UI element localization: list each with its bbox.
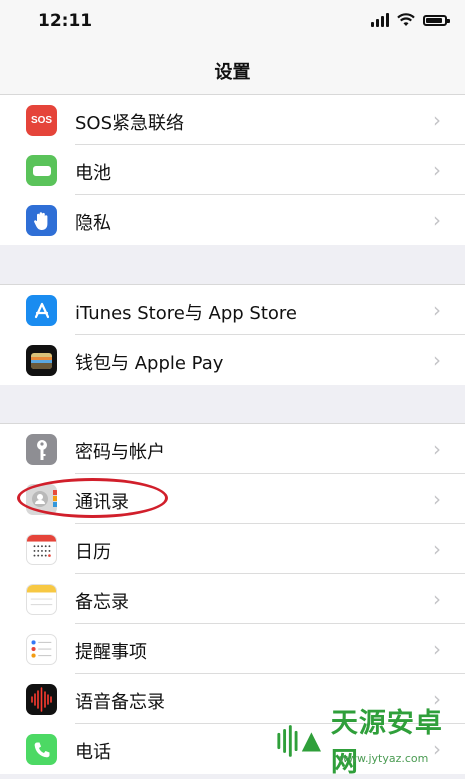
chevron-right-icon: › xyxy=(433,108,441,132)
settings-row-app-store[interactable]: iTunes Store与 App Store › xyxy=(0,285,465,335)
chevron-right-icon: › xyxy=(433,537,441,561)
wifi-icon xyxy=(397,13,415,26)
nav-bar: 设置 xyxy=(0,44,465,95)
app-store-icon xyxy=(26,295,57,326)
settings-row-label: 密码与帐户 xyxy=(75,442,165,463)
settings-row-label: 隐私 xyxy=(75,213,111,234)
voice-memos-icon xyxy=(26,684,57,715)
watermark-logo-icon xyxy=(277,725,321,757)
chevron-right-icon: › xyxy=(433,487,441,511)
settings-row-label: 日历 xyxy=(75,542,111,563)
phone-icon xyxy=(26,734,57,765)
signal-icon xyxy=(371,13,389,27)
settings-row-battery[interactable]: 电池 › xyxy=(0,145,465,195)
settings-row-label: SOS紧急联络 xyxy=(75,113,185,134)
chevron-right-icon: › xyxy=(433,348,441,372)
sos-icon: SOS xyxy=(26,105,57,136)
key-icon xyxy=(26,434,57,465)
watermark: 天源安卓网 www.jytyaz.com xyxy=(275,708,465,778)
chevron-right-icon: › xyxy=(433,208,441,232)
settings-row-reminders[interactable]: 提醒事项 › xyxy=(0,624,465,674)
chevron-right-icon: › xyxy=(433,158,441,182)
settings-row-label: iTunes Store与 App Store xyxy=(75,303,298,324)
settings-row-privacy[interactable]: 隐私 › xyxy=(0,195,465,245)
settings-row-label: 电池 xyxy=(75,163,111,184)
settings-row-sos[interactable]: SOS SOS紧急联络 › xyxy=(0,95,465,145)
status-bar: 12:11 xyxy=(0,0,465,44)
settings-row-label: 语音备忘录 xyxy=(75,692,165,713)
settings-row-calendar[interactable]: 日历 › xyxy=(0,524,465,574)
notes-icon xyxy=(26,584,57,615)
watermark-text: 天源安卓网 xyxy=(330,708,443,778)
page-title: 设置 xyxy=(214,62,251,83)
wallet-icon xyxy=(26,345,57,376)
chevron-right-icon: › xyxy=(433,637,441,661)
highlight-oval xyxy=(17,478,168,518)
battery-icon xyxy=(26,155,57,186)
calendar-icon xyxy=(26,534,57,565)
settings-row-passwords[interactable]: 密码与帐户 › xyxy=(0,424,465,474)
status-icons xyxy=(371,13,450,27)
settings-row-label: 电话 xyxy=(75,742,111,763)
settings-row-label: 钱包与 Apple Pay xyxy=(75,353,224,374)
hand-icon xyxy=(26,205,57,236)
reminders-icon xyxy=(26,634,57,665)
settings-group-2: iTunes Store与 App Store › 钱包与 Apple Pay … xyxy=(0,284,465,385)
status-time: 12:11 xyxy=(38,11,93,31)
chevron-right-icon: › xyxy=(433,298,441,322)
settings-row-label: 备忘录 xyxy=(75,592,129,613)
settings-row-notes[interactable]: 备忘录 › xyxy=(0,574,465,624)
settings-row-label: 提醒事项 xyxy=(75,642,147,663)
settings-group-1: SOS SOS紧急联络 › 电池 › 隐私 › xyxy=(0,95,465,245)
battery-status-icon xyxy=(423,14,450,26)
chevron-right-icon: › xyxy=(433,587,441,611)
watermark-url: www.jytyaz.com xyxy=(339,752,429,765)
chevron-right-icon: › xyxy=(433,437,441,461)
settings-row-wallet[interactable]: 钱包与 Apple Pay › xyxy=(0,335,465,385)
